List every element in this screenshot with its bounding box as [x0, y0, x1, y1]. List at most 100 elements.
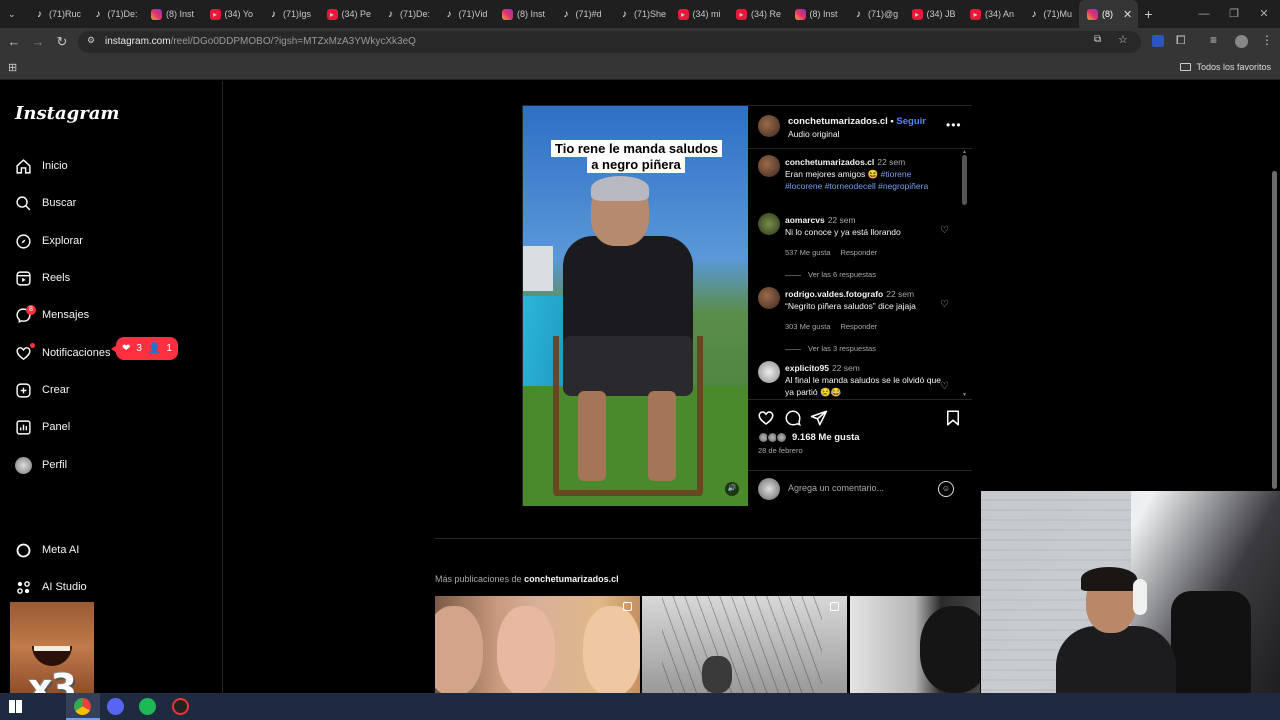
close-window-button[interactable]: ✕ — [1248, 0, 1280, 28]
browser-tab[interactable]: ♪ (71)De: — [377, 0, 436, 28]
install-app-icon[interactable]: ⧉ — [1094, 34, 1101, 45]
browser-tab[interactable]: ♪ (71)She — [611, 0, 670, 28]
author-avatar[interactable] — [758, 115, 780, 137]
scroll-down-arrow[interactable]: ▼ — [962, 392, 967, 398]
profile-avatar-icon[interactable] — [1235, 35, 1248, 48]
mute-icon[interactable]: 🔊 — [725, 482, 739, 496]
back-button[interactable]: ← — [6, 34, 22, 50]
nav-explore[interactable]: Explorar — [15, 230, 83, 252]
follow-button[interactable]: Seguir — [896, 116, 926, 127]
share-icon[interactable] — [810, 409, 828, 427]
browser-tab[interactable]: ♪ (71)Vid — [436, 0, 495, 28]
notifications-pill[interactable]: ❤ 3 👤 1 — [111, 337, 178, 360]
maximize-button[interactable]: ❐ — [1218, 0, 1250, 28]
tiktok-icon: ♪ — [388, 8, 393, 20]
commenter-avatar[interactable] — [758, 361, 780, 383]
browser-tab[interactable]: ♪ (71)#d — [553, 0, 612, 28]
comment-like-icon[interactable]: ♡ — [940, 299, 949, 310]
new-tab-button[interactable]: + — [1138, 6, 1160, 22]
apps-grid-icon[interactable]: ⊞ — [8, 61, 17, 74]
caption-avatar[interactable] — [758, 155, 780, 177]
browser-tab[interactable]: ♪ (71)Igs — [260, 0, 319, 28]
browser-tab[interactable]: ♪ (71)@g — [845, 0, 904, 28]
instagram-logo[interactable]: Instagram — [15, 103, 119, 124]
close-tab-icon[interactable]: ✕ — [1123, 8, 1132, 21]
liker-avatar — [776, 432, 787, 443]
browser-tab[interactable]: ▸ (34) JB — [904, 0, 963, 28]
address-bar[interactable]: ⚙ instagram.com/reel/DGo0DDPMOBO/?igsh=M… — [78, 31, 1141, 53]
video-caption: Tio rene le manda saludos a negro piñera — [551, 140, 723, 173]
discord-icon[interactable] — [107, 698, 124, 715]
comment-input[interactable] — [788, 483, 928, 493]
browser-tab[interactable]: (8) ✕ — [1079, 0, 1138, 28]
browser-tab[interactable]: ▸ (34) mi — [670, 0, 729, 28]
browser-tab[interactable]: ▸ (34) Yo — [202, 0, 261, 28]
browser-menu-icon[interactable]: ⋮ — [1261, 33, 1273, 47]
save-bookmark-icon[interactable] — [944, 409, 962, 427]
browser-tab[interactable]: ▸ (34) An — [962, 0, 1021, 28]
more-options-icon[interactable]: ••• — [946, 118, 962, 132]
author-username[interactable]: conchetumarizados.cl — [788, 116, 888, 127]
extension-translate-icon[interactable] — [1152, 35, 1164, 47]
plus-square-icon — [16, 382, 31, 398]
notif-follows-count: 1 — [166, 343, 172, 354]
extensions-icon[interactable]: ⧠ — [1176, 33, 1186, 48]
minimize-button[interactable]: — — [1188, 0, 1220, 28]
browser-tab[interactable]: ♪ (71)Ruc — [26, 0, 85, 28]
nav-dashboard[interactable]: Panel — [15, 416, 70, 438]
likes-summary[interactable]: 9.168 Me gusta — [758, 432, 860, 443]
nav-home[interactable]: Inicio — [15, 155, 68, 177]
site-info-icon[interactable]: ⚙ — [87, 35, 95, 46]
browser-tab[interactable]: ▸ (34) Re — [728, 0, 787, 28]
all-bookmarks-folder[interactable]: Todos los favoritos — [1180, 62, 1271, 72]
forward-button[interactable]: → — [30, 34, 46, 50]
nav-ai-studio[interactable]: AI Studio — [15, 576, 87, 598]
reply-button[interactable]: Responder — [840, 248, 877, 257]
chrome-icon[interactable] — [74, 698, 91, 715]
tab-search-button[interactable]: ⌄ — [0, 0, 26, 28]
comment-username[interactable]: aomarcvs — [785, 215, 825, 225]
nav-profile[interactable]: Perfil — [15, 454, 67, 476]
instagram-icon — [794, 8, 806, 20]
tab-label: (71)#d — [575, 9, 602, 19]
comment-username[interactable]: explicito95 — [785, 363, 829, 373]
more-post-thumbnail[interactable] — [435, 596, 640, 693]
browser-tab[interactable]: ♪ (71)De: — [85, 0, 144, 28]
browser-tab[interactable]: (8) Inst — [787, 0, 846, 28]
browser-tab[interactable]: (8) Inst — [494, 0, 553, 28]
nav-meta-ai[interactable]: Meta AI — [15, 539, 79, 561]
reel-video[interactable]: Tio rene le manda saludos a negro piñera… — [523, 106, 748, 506]
browser-tab[interactable]: ▸ (34) Pe — [319, 0, 378, 28]
audio-label[interactable]: Audio original — [788, 129, 840, 139]
browser-tab[interactable]: ♪ (71)Mu — [1021, 0, 1080, 28]
comments-scrollbar[interactable] — [962, 155, 967, 205]
more-post-thumbnail[interactable] — [642, 596, 847, 693]
reload-button[interactable]: ↻ — [54, 34, 70, 50]
commenter-avatar[interactable] — [758, 213, 780, 235]
spotify-icon[interactable] — [139, 698, 156, 715]
comments-list: conchetumarizados.cl 22 sem Eran mejores … — [748, 148, 972, 400]
comment-username[interactable]: rodrigo.valdes.fotografo — [785, 289, 883, 299]
view-replies-button[interactable]: Ver las 3 respuestas — [785, 344, 876, 353]
nav-home-label: Inicio — [42, 160, 68, 172]
comment-icon[interactable] — [784, 409, 802, 427]
view-replies-button[interactable]: Ver las 6 respuestas — [785, 270, 876, 279]
comment-like-icon[interactable]: ♡ — [940, 381, 949, 392]
thumb-face — [583, 606, 640, 693]
windows-start-icon[interactable] — [9, 700, 22, 713]
nav-search[interactable]: Buscar — [15, 192, 76, 214]
page-scrollbar[interactable] — [1270, 163, 1278, 493]
nav-create[interactable]: Crear — [15, 379, 70, 401]
bookmark-star-icon[interactable]: ☆ — [1118, 33, 1128, 46]
obs-icon[interactable] — [172, 698, 189, 715]
emoji-icon[interactable]: ☺ — [938, 481, 954, 497]
like-icon[interactable] — [757, 409, 775, 427]
browser-tab[interactable]: (8) Inst — [143, 0, 202, 28]
comment-like-icon[interactable]: ♡ — [940, 225, 949, 236]
more-posts-username[interactable]: conchetumarizados.cl — [524, 574, 619, 584]
media-controls-icon[interactable]: ≡ — [1210, 33, 1217, 47]
more-post-thumbnail[interactable] — [850, 596, 980, 693]
nav-reels[interactable]: Reels — [15, 267, 70, 289]
reply-button[interactable]: Responder — [840, 322, 877, 331]
commenter-avatar[interactable] — [758, 287, 780, 309]
